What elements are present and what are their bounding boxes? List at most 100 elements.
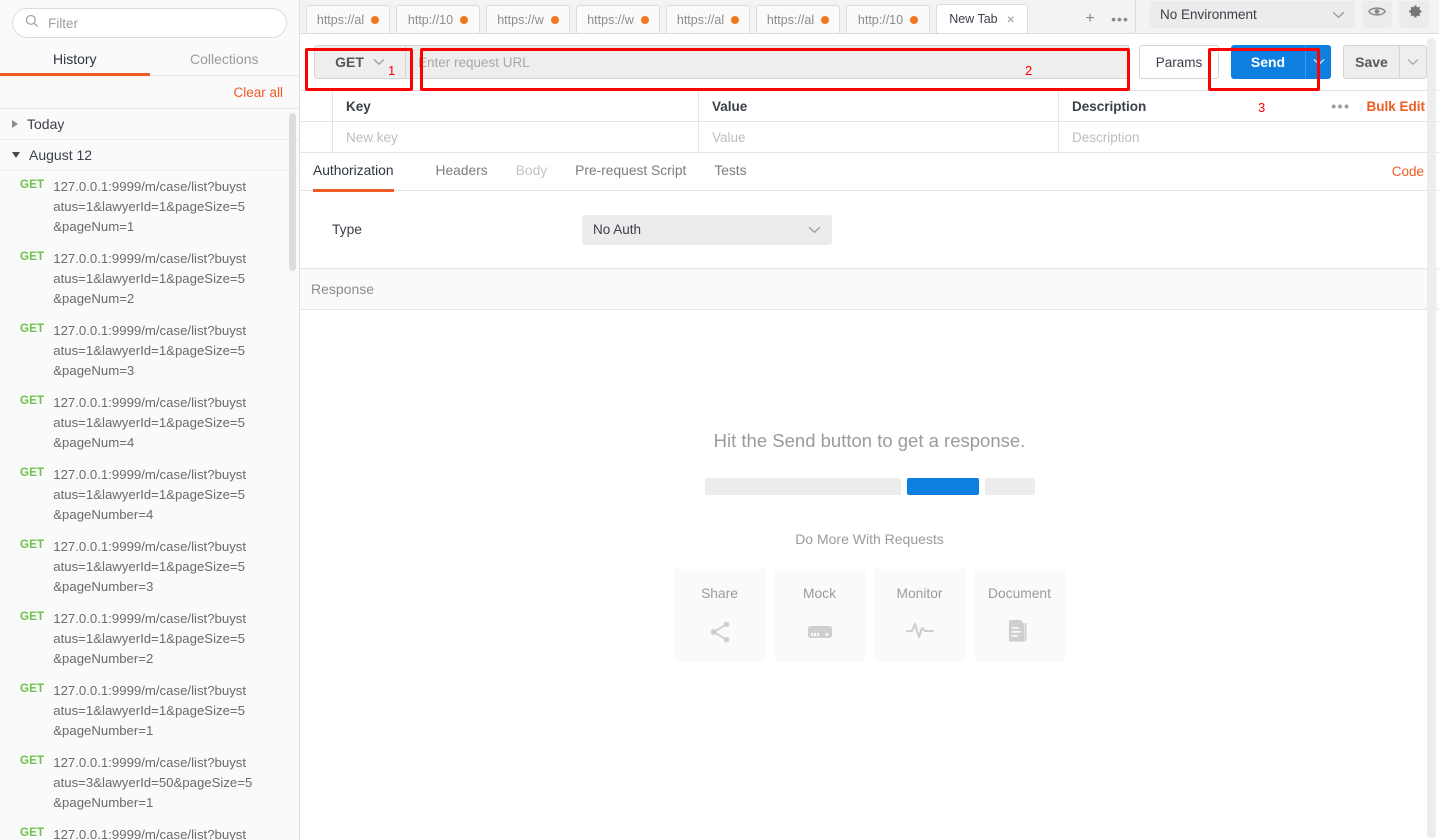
sidebar-tab-history-label: History xyxy=(52,51,97,67)
send-options-button[interactable] xyxy=(1305,45,1331,79)
skeleton-bar-send xyxy=(906,478,979,495)
sidebar-scrollbar[interactable] xyxy=(289,113,296,271)
request-tab[interactable]: http://10 xyxy=(846,5,930,33)
history-group-august-12[interactable]: August 12 xyxy=(0,140,299,171)
request-subtab-headers[interactable]: Headers xyxy=(422,153,502,191)
unsaved-indicator-icon xyxy=(550,15,559,24)
do-more-cards: Share Mock Monitor Document xyxy=(674,569,1065,662)
request-tab[interactable]: https://al xyxy=(756,5,840,33)
params-header-description-cell: Description ••• Bulk Edit xyxy=(1059,91,1439,122)
do-more-card-label: Document xyxy=(988,586,1051,601)
request-tab-label: http://10 xyxy=(407,12,454,27)
history-group-august-12-label: August 12 xyxy=(29,147,93,163)
params-key-input[interactable]: New key xyxy=(333,122,699,153)
postman-app: History Collections Clear all Today Augu… xyxy=(0,0,1439,840)
history-item[interactable]: GET 127.0.0.1:9999/m/case/list?buystatus=… xyxy=(0,603,299,675)
history-group-today[interactable]: Today xyxy=(0,109,299,140)
bulk-edit-button[interactable]: Bulk Edit xyxy=(1366,99,1425,114)
filter-input[interactable] xyxy=(48,15,274,31)
params-row-checkbox-cell[interactable] xyxy=(300,122,333,153)
environment-quick-look-button[interactable] xyxy=(1362,0,1392,28)
do-more-card-share[interactable]: Share xyxy=(674,569,765,662)
url-input-container[interactable] xyxy=(406,45,1129,79)
method-selector[interactable]: GET xyxy=(314,45,406,79)
history-item-url: 127.0.0.1:9999/m/case/list?buystatus=1&l… xyxy=(53,251,247,306)
environment-area: No Environment xyxy=(1135,0,1439,33)
history-item-method: GET xyxy=(20,467,45,479)
do-more-card-mock[interactable]: Mock xyxy=(774,569,865,662)
do-more-card-monitor[interactable]: Monitor xyxy=(874,569,965,662)
request-tab[interactable]: https://al xyxy=(306,5,390,33)
history-item[interactable]: GET 127.0.0.1:9999/m/case/list?buystatus=… xyxy=(0,459,299,531)
environment-selector[interactable]: No Environment xyxy=(1150,0,1355,28)
close-icon[interactable]: × xyxy=(1007,12,1015,26)
send-button[interactable]: Send xyxy=(1231,45,1305,79)
history-item-method: GET xyxy=(20,755,45,767)
params-header-checkbox-cell xyxy=(300,91,333,122)
response-skeleton xyxy=(704,478,1035,495)
history-item[interactable]: GET 127.0.0.1:9999/m/case/list?buystatus=… xyxy=(0,531,299,603)
params-header-tools: ••• Bulk Edit xyxy=(1331,98,1425,114)
do-more-label: Do More With Requests xyxy=(795,531,944,547)
params-more-options-button[interactable]: ••• xyxy=(1331,98,1350,114)
history-item-url: 127.0.0.1:9999/m/case/list?buystatus=1&l… xyxy=(53,323,247,378)
history-item[interactable]: GET 127.0.0.1:9999/m/case/list?buystatus=… xyxy=(0,387,299,459)
request-tab[interactable]: New Tab × xyxy=(936,4,1028,33)
filter-container xyxy=(0,0,299,44)
pulse-icon xyxy=(905,619,935,646)
history-item[interactable]: GET 127.0.0.1:9999/m/case/list?buystatus=… xyxy=(0,243,299,315)
params-description-input[interactable]: Description xyxy=(1059,122,1439,153)
environment-label: No Environment xyxy=(1160,6,1257,22)
do-more-card-document[interactable]: Document xyxy=(974,569,1065,662)
authorization-panel: Type No Auth xyxy=(300,191,1439,269)
auth-type-selector[interactable]: No Auth xyxy=(582,214,832,245)
history-item[interactable]: GET 127.0.0.1:9999/m/case/list?buystatus=… xyxy=(0,747,299,819)
request-subtab-authorization[interactable]: Authorization xyxy=(313,153,408,192)
url-input[interactable] xyxy=(418,54,1116,70)
params-table: Key Value Description ••• Bulk Edit New … xyxy=(300,90,1439,153)
request-tab[interactable]: https://al xyxy=(666,5,750,33)
save-button[interactable]: Save xyxy=(1343,45,1399,79)
settings-button[interactable] xyxy=(1399,0,1429,28)
history-items-container: GET 127.0.0.1:9999/m/case/list?buystatus=… xyxy=(0,171,299,840)
history-item[interactable]: GET 127.0.0.1:9999/m/case/list?buystatus=… xyxy=(0,819,299,840)
share-icon xyxy=(707,619,733,650)
history-item-url: 127.0.0.1:9999/m/case/list?buystatus=1&l… xyxy=(53,395,247,450)
unsaved-indicator-icon xyxy=(731,15,740,24)
history-item-method: GET xyxy=(20,827,45,839)
main-scrollbar[interactable] xyxy=(1427,38,1436,838)
request-tab[interactable]: https://w xyxy=(486,5,570,33)
clear-all-button[interactable]: Clear all xyxy=(233,85,283,100)
history-item[interactable]: GET 127.0.0.1:9999/m/case/list?buystatus=… xyxy=(0,315,299,387)
request-tab[interactable]: https://w xyxy=(576,5,660,33)
code-link[interactable]: Code xyxy=(1392,164,1424,179)
do-more-card-label: Monitor xyxy=(896,586,943,601)
request-subtab-pre-request-script[interactable]: Pre-request Script xyxy=(561,153,700,191)
request-subtab-body[interactable]: Body xyxy=(502,153,561,191)
history-item[interactable]: GET 127.0.0.1:9999/m/case/list?buystatus=… xyxy=(0,675,299,747)
history-item-method: GET xyxy=(20,611,45,623)
history-item-method: GET xyxy=(20,251,45,263)
response-title: Response xyxy=(311,281,375,297)
params-header-key: Key xyxy=(333,91,699,122)
history-item[interactable]: GET 127.0.0.1:9999/m/case/list?buystatus=… xyxy=(0,171,299,243)
request-tab-label: https://al xyxy=(316,12,365,27)
new-tab-button[interactable]: + xyxy=(1075,5,1105,33)
save-options-button[interactable] xyxy=(1399,45,1427,79)
filter-box[interactable] xyxy=(12,8,287,38)
send-button-group: Send xyxy=(1231,45,1331,79)
request-subtab-tests[interactable]: Tests xyxy=(700,153,760,191)
sidebar-tab-collections[interactable]: Collections xyxy=(150,44,300,75)
clear-all-row: Clear all xyxy=(0,76,299,109)
unsaved-indicator-icon xyxy=(371,15,380,24)
sidebar-tab-history[interactable]: History xyxy=(0,44,150,76)
params-button[interactable]: Params xyxy=(1139,45,1219,79)
params-table-row: New key Value Description xyxy=(300,122,1439,153)
params-value-input[interactable]: Value xyxy=(699,122,1059,153)
unsaved-indicator-icon xyxy=(821,15,830,24)
tab-options-button[interactable]: ••• xyxy=(1105,5,1135,33)
response-empty-message: Hit the Send button to get a response. xyxy=(713,430,1026,451)
request-tab-label: https://w xyxy=(587,12,634,27)
sidebar: History Collections Clear all Today Augu… xyxy=(0,0,300,840)
request-tab[interactable]: http://10 xyxy=(396,5,480,33)
